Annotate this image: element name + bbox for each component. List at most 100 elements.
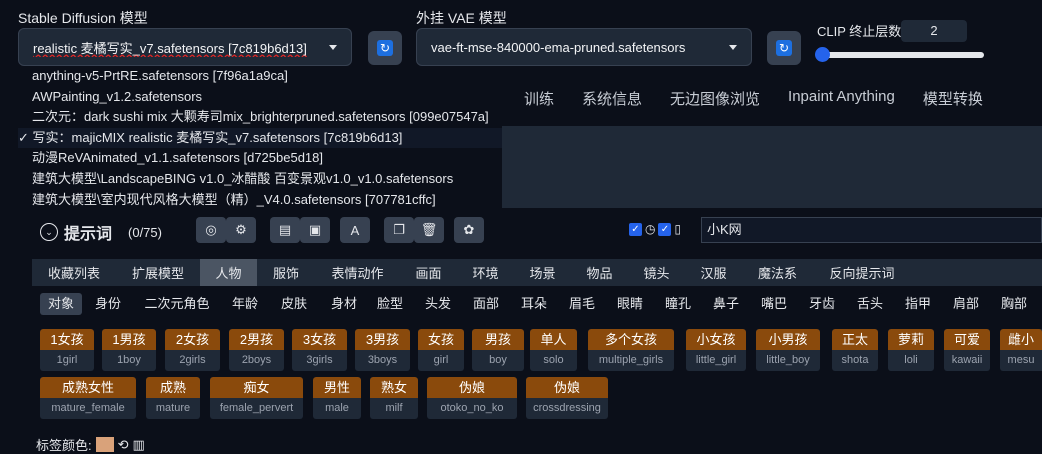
category-clothing[interactable]: 服饰: [257, 259, 316, 286]
tag-chip[interactable]: 伪娘 otoko_no_ko: [427, 377, 517, 419]
bookmark-button[interactable]: ▣: [300, 217, 330, 243]
clip-value-input[interactable]: 2: [901, 20, 967, 42]
subcategory-mouth[interactable]: 嘴巴: [752, 293, 796, 315]
subcategory-nails[interactable]: 指甲: [896, 293, 940, 315]
menu-item[interactable]: AWPainting_v1.2.safetensors: [18, 87, 502, 108]
tag-chip[interactable]: 男孩 boy: [472, 329, 524, 371]
delete-button[interactable]: 🗑: [414, 217, 444, 243]
subcategory-age[interactable]: 年龄: [225, 293, 265, 315]
tab-train[interactable]: 训练: [510, 88, 568, 114]
tag-chip[interactable]: 小女孩 little_girl: [686, 329, 746, 371]
category-environment[interactable]: 环境: [457, 259, 515, 286]
checkbox-2[interactable]: ✓: [658, 222, 672, 236]
subcategory-shoulders[interactable]: 肩部: [944, 293, 988, 315]
menu-item[interactable]: anything-v5-PrtRE.safetensors [7f96a1a9c…: [18, 66, 502, 87]
menu-item-selected[interactable]: ✓ 写实：majicMIX realistic 麦橘写实_v7.safetens…: [18, 127, 502, 149]
subcategory-nose[interactable]: 鼻子: [704, 293, 748, 315]
category-negative[interactable]: 反向提示词: [813, 259, 911, 286]
copy-button[interactable]: ❐: [384, 217, 414, 243]
history-button[interactable]: ▤: [270, 217, 300, 243]
chevron-down-icon: [329, 44, 337, 50]
category-favorites[interactable]: 收藏列表: [32, 259, 117, 286]
subcategory-object[interactable]: 对象: [40, 293, 82, 315]
subcategory-pupils[interactable]: 瞳孔: [656, 293, 700, 315]
tag-cn: 小女孩: [686, 329, 746, 350]
openai-button[interactable]: ✿: [454, 217, 484, 243]
translate-button[interactable]: A: [340, 217, 370, 243]
subcategory-face[interactable]: 面部: [464, 293, 508, 315]
tag-chip[interactable]: 伪娘 crossdressing: [526, 377, 608, 419]
prompt-header[interactable]: ⌄ 提示词 (0/75): [40, 220, 162, 244]
reset-icon[interactable]: ⟲: [118, 437, 129, 453]
tag-chip[interactable]: 痴女 female_pervert: [210, 377, 303, 419]
menu-item[interactable]: 动漫ReVAnimated_v1.1.safetensors [d725be5d…: [18, 148, 502, 169]
menu-item[interactable]: 二次元：dark sushi mix 大颗寿司mix_brighterprune…: [18, 107, 502, 128]
menu-item[interactable]: 建筑大模型\室内现代风格大模型（精）_V4.0.safetensors [707…: [18, 190, 502, 211]
tag-cn: 成熟女性: [40, 377, 136, 398]
globe-button[interactable]: ◎: [196, 217, 226, 243]
tag-chip[interactable]: 3男孩 3boys: [355, 329, 410, 371]
subcategory-body[interactable]: 身材: [322, 293, 366, 315]
tag-chip[interactable]: 1女孩 1girl: [40, 329, 94, 371]
color-swatch[interactable]: [95, 437, 114, 452]
vae-dropdown-value: vae-ft-mse-840000-ema-pruned.safetensors: [431, 39, 686, 55]
category-scene-view[interactable]: 画面: [400, 259, 458, 286]
category-expression[interactable]: 表情动作: [315, 259, 401, 286]
tag-chip[interactable]: 萝莉 loli: [888, 329, 934, 371]
subcategory-skin[interactable]: 皮肤: [272, 293, 316, 315]
model-dropdown-value: realistic 麦橘写实_v7.safetensors [7c819b6d1…: [33, 40, 307, 56]
subcategory-identity[interactable]: 身份: [86, 293, 130, 315]
tag-chip[interactable]: 3女孩 3girls: [292, 329, 347, 371]
tag-en: 1girl: [56, 354, 78, 366]
menu-item[interactable]: 建筑大模型\LandscapeBING v1.0_冰醋酸 百变景观v1.0_v1…: [18, 169, 502, 190]
palette-icon[interactable]: ▥: [133, 437, 145, 453]
tag-chip[interactable]: 小男孩 little_boy: [756, 329, 820, 371]
tag-chip[interactable]: 1男孩 1boy: [102, 329, 156, 371]
tag-chip[interactable]: 男性 male: [313, 377, 361, 419]
tag-chip[interactable]: 单人 solo: [530, 329, 577, 371]
search-input[interactable]: 小K网: [701, 217, 1042, 243]
tag-en: 3boys: [367, 354, 398, 366]
checkbox-1[interactable]: ✓: [629, 222, 642, 236]
clip-slider[interactable]: [815, 47, 984, 62]
tab-image-browser[interactable]: 无边图像浏览: [656, 88, 774, 114]
tab-model-convert[interactable]: 模型转换: [909, 88, 997, 114]
tag-chip[interactable]: 正太 shota: [832, 329, 878, 371]
vae-dropdown[interactable]: vae-ft-mse-840000-ema-pruned.safetensors: [416, 28, 752, 66]
tag-chip[interactable]: 2女孩 2girls: [165, 329, 220, 371]
subcategory-hair[interactable]: 头发: [416, 293, 460, 315]
subcategory-eyes[interactable]: 眼睛: [608, 293, 652, 315]
tag-chip[interactable]: 2男孩 2boys: [229, 329, 284, 371]
vae-refresh-button[interactable]: ↻: [767, 31, 801, 65]
subcategory-teeth[interactable]: 牙齿: [800, 293, 844, 315]
clip-slider-thumb[interactable]: [815, 47, 830, 62]
subcategory-chest[interactable]: 胸部: [992, 293, 1036, 315]
subcategory-tongue[interactable]: 舌头: [848, 293, 892, 315]
category-magic[interactable]: 魔法系: [742, 259, 814, 286]
category-items[interactable]: 物品: [571, 259, 629, 286]
subcategory-anime-char[interactable]: 二次元角色: [138, 293, 216, 315]
subcategory-ears[interactable]: 耳朵: [512, 293, 556, 315]
clip-value: 2: [930, 23, 938, 38]
tag-chip[interactable]: 熟女 milf: [370, 377, 418, 419]
tag-chip[interactable]: 女孩 girl: [418, 329, 464, 371]
tab-system-info[interactable]: 系统信息: [568, 88, 656, 114]
tag-chip[interactable]: 雌小 mesu: [1000, 329, 1042, 371]
model-dropdown[interactable]: realistic 麦橘写实_v7.safetensors [7c819b6d1…: [18, 28, 352, 66]
category-camera[interactable]: 镜头: [628, 259, 686, 286]
category-person[interactable]: 人物: [200, 259, 258, 286]
model-refresh-button[interactable]: ↻: [368, 31, 402, 65]
subcategory-eyebrows[interactable]: 眉毛: [560, 293, 604, 315]
tag-en: little_boy: [766, 354, 810, 366]
category-hanfu[interactable]: 汉服: [685, 259, 743, 286]
subcategory-face-shape[interactable]: 脸型: [368, 293, 412, 315]
category-scene[interactable]: 场景: [514, 259, 572, 286]
tag-chip[interactable]: 成熟女性 mature_female: [40, 377, 136, 419]
history-icon: ▤: [278, 222, 292, 237]
category-extension[interactable]: 扩展模型: [116, 259, 201, 286]
settings-button[interactable]: ⚙: [226, 217, 256, 243]
tag-chip[interactable]: 成熟 mature: [146, 377, 200, 419]
tab-inpaint-anything[interactable]: Inpaint Anything: [774, 88, 909, 114]
tag-chip[interactable]: 可爱 kawaii: [944, 329, 990, 371]
tag-chip[interactable]: 多个女孩 multiple_girls: [588, 329, 674, 371]
